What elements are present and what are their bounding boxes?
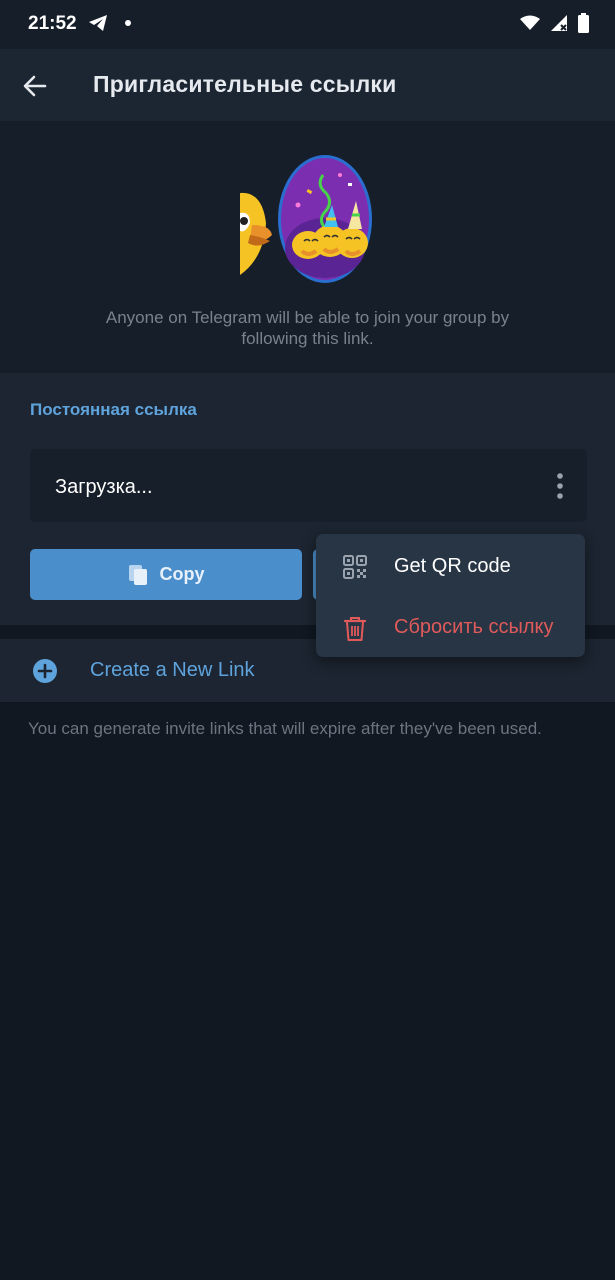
duck-party-sticker [240,155,372,283]
status-bar: 21:52 [0,0,615,49]
notification-dot-icon [125,20,131,26]
link-options-menu: Get QR code Сбросить ссылку [316,534,585,657]
status-time: 21:52 [28,13,77,34]
status-left-icons [88,14,132,32]
more-options-button[interactable] [545,469,575,503]
app-bar: Пригласительные ссылки [0,49,615,121]
battery-icon [578,13,589,33]
add-circle-icon [33,659,57,683]
cell-signal-icon [551,15,567,31]
copy-label: Copy [159,564,205,584]
menu-label-get-qr-code: Get QR code [394,555,511,577]
hero-section: Anyone on Telegram will be able to join … [0,121,615,373]
hero-description: Anyone on Telegram will be able to join … [105,308,510,348]
copy-button[interactable]: Copy [30,549,302,600]
link-field[interactable]: Загрузка... [30,449,587,522]
more-vertical-icon [557,473,563,499]
footer-hint: You can generate invite links that will … [28,719,542,738]
qr-code-icon [343,555,367,579]
back-arrow-icon [23,75,47,97]
menu-item-get-qr-code[interactable]: Get QR code [316,538,585,594]
telegram-icon [89,15,107,31]
back-button[interactable] [20,71,50,101]
copy-icon [128,564,147,585]
link-value: Загрузка... [55,476,153,498]
page-title: Пригласительные ссылки [93,71,397,97]
section-header: Постоянная ссылка [30,400,197,419]
menu-item-reset-link[interactable]: Сбросить ссылку [316,599,585,655]
create-link-label: Create a New Link [90,659,255,681]
status-right-icons [520,13,589,33]
wifi-icon [520,15,540,30]
trash-icon [343,617,367,641]
menu-label-reset-link: Сбросить ссылку [394,616,554,638]
